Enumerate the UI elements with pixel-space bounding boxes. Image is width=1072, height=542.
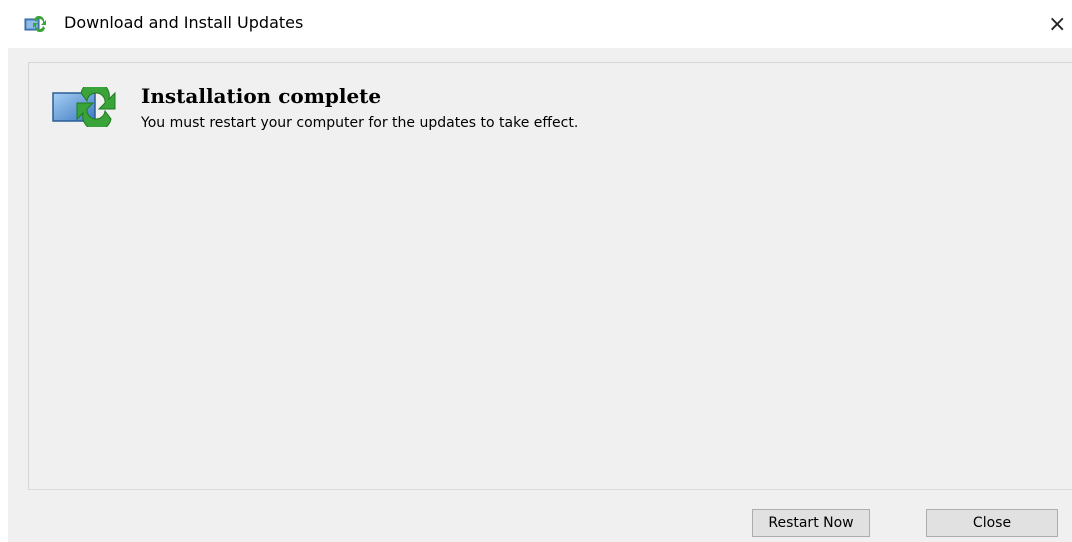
restart-now-button[interactable]: Restart Now <box>752 509 870 537</box>
window-title: Download and Install Updates <box>64 13 304 32</box>
dialog-window: Download and Install Updates × Installat… <box>0 0 1072 542</box>
windows-update-icon <box>52 87 116 127</box>
status-panel: Installation complete You must restart y… <box>28 62 1072 490</box>
dialog-body: Installation complete You must restart y… <box>8 48 1072 542</box>
title-bar: Download and Install Updates × <box>0 0 1072 48</box>
close-icon[interactable]: × <box>1048 8 1072 42</box>
status-message: You must restart your computer for the u… <box>141 115 579 131</box>
status-heading: Installation complete <box>141 84 382 108</box>
close-button[interactable]: Close <box>926 509 1058 537</box>
windows-update-icon <box>24 16 46 32</box>
